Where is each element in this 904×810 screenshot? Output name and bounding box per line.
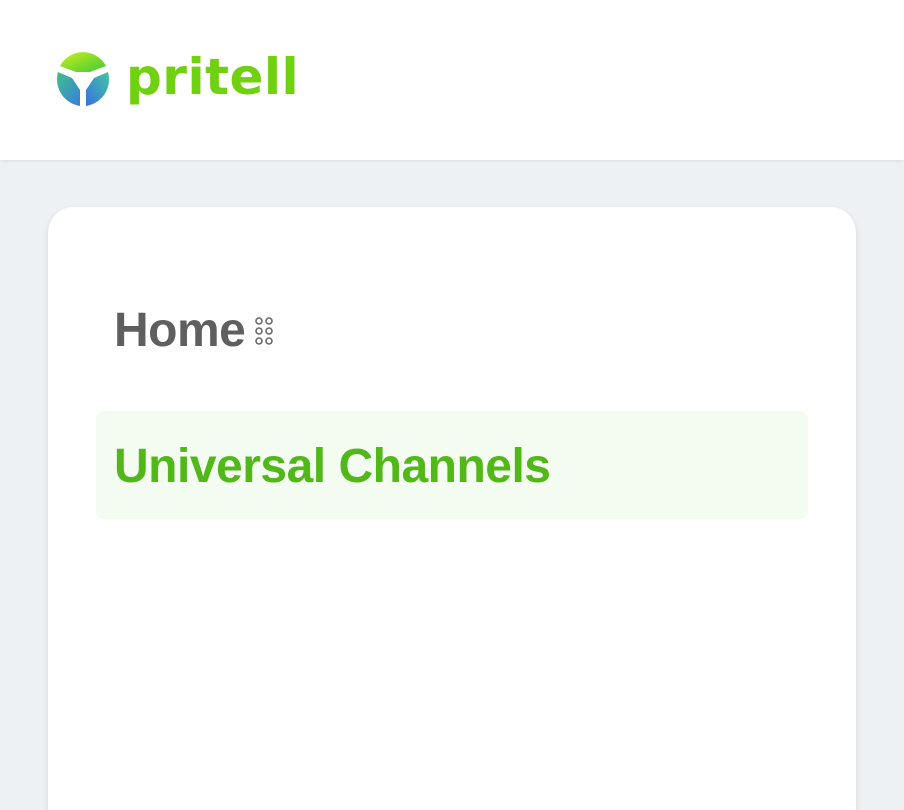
menu-item-universal-channels-label: Universal Channels bbox=[114, 440, 551, 493]
navigation-card: Home Universal Channels bbox=[48, 207, 856, 810]
menu-item-home-label: Home bbox=[114, 304, 246, 357]
menu-item-home[interactable]: Home bbox=[114, 303, 275, 358]
pritell-logo-icon bbox=[56, 52, 110, 106]
pritell-logo[interactable]: pritell bbox=[54, 48, 299, 110]
menu-item-universal-channels[interactable]: Universal Channels bbox=[96, 411, 808, 519]
top-header: pritell bbox=[0, 0, 904, 160]
logo-wordmark: pritell bbox=[126, 48, 300, 106]
apps-grid-icon[interactable] bbox=[253, 314, 275, 348]
